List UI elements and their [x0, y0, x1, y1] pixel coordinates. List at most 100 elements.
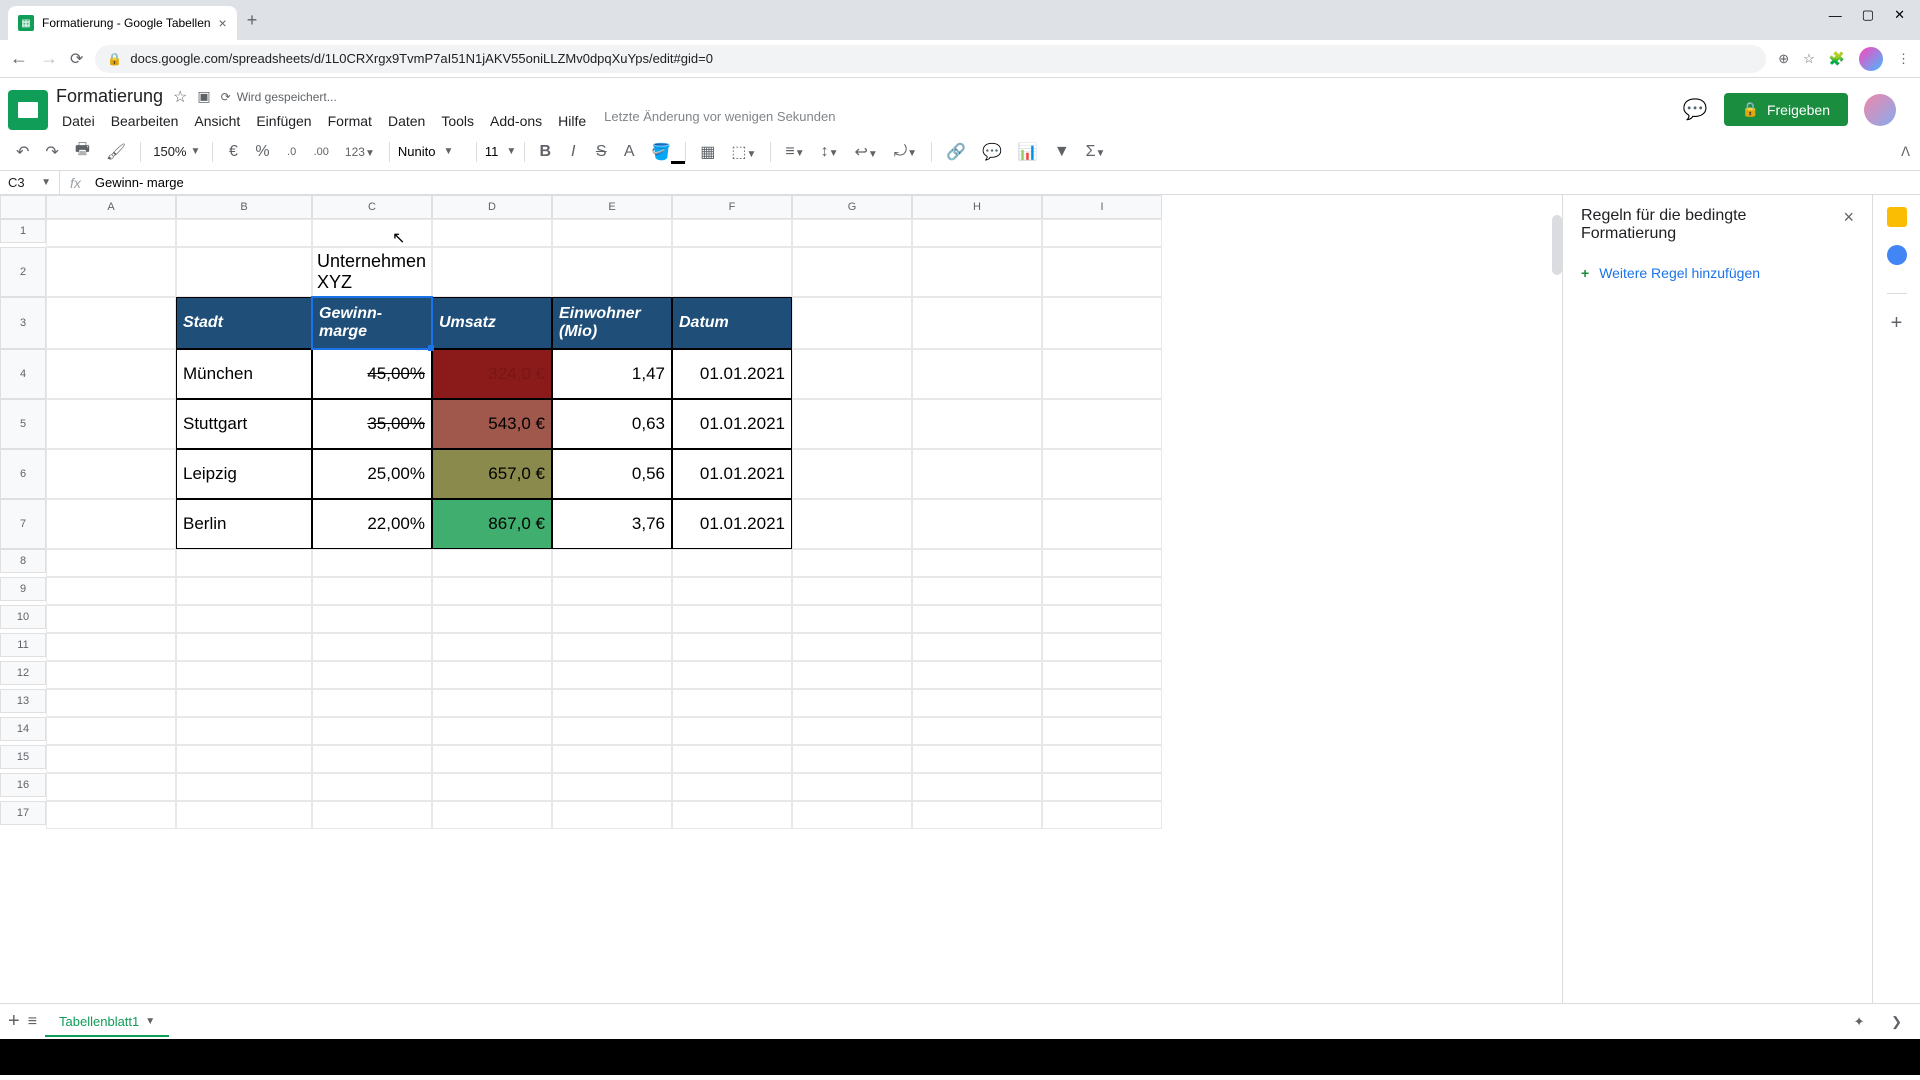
- cell[interactable]: [792, 349, 912, 399]
- cell[interactable]: [552, 773, 672, 801]
- table-data-cell[interactable]: 543,0 €: [432, 399, 552, 449]
- cell[interactable]: [432, 661, 552, 689]
- cell[interactable]: [792, 297, 912, 349]
- insert-chart-icon[interactable]: 📊: [1012, 138, 1044, 166]
- cell[interactable]: [552, 717, 672, 745]
- cell[interactable]: [1042, 349, 1162, 399]
- row-header[interactable]: 12: [0, 661, 46, 685]
- cell[interactable]: [1042, 549, 1162, 577]
- cell[interactable]: [312, 801, 432, 829]
- row-header[interactable]: 17: [0, 801, 46, 825]
- cell[interactable]: [432, 717, 552, 745]
- cell[interactable]: [672, 717, 792, 745]
- cell[interactable]: [176, 773, 312, 801]
- column-header[interactable]: H: [912, 195, 1042, 219]
- close-window-icon[interactable]: ✕: [1894, 7, 1905, 23]
- cell[interactable]: [792, 247, 912, 297]
- column-header[interactable]: G: [792, 195, 912, 219]
- tasks-icon[interactable]: [1887, 245, 1907, 265]
- nav-forward-icon[interactable]: →: [40, 48, 58, 69]
- document-title[interactable]: Formatierung: [56, 86, 163, 107]
- h-align-button[interactable]: ≡▼: [779, 139, 810, 165]
- cell[interactable]: [176, 717, 312, 745]
- table-data-cell[interactable]: 657,0 €: [432, 449, 552, 499]
- reload-icon[interactable]: ⟳: [70, 49, 83, 69]
- table-data-cell[interactable]: 867,0 €: [432, 499, 552, 549]
- row-header[interactable]: 7: [0, 499, 46, 549]
- cell[interactable]: [46, 499, 176, 549]
- bookmark-icon[interactable]: ☆: [1803, 51, 1815, 67]
- cell[interactable]: [312, 605, 432, 633]
- redo-icon[interactable]: ↷: [39, 138, 64, 166]
- table-data-cell[interactable]: 324,0 €: [432, 349, 552, 399]
- font-size-select[interactable]: 11▼: [485, 144, 516, 159]
- cell[interactable]: [176, 219, 312, 247]
- table-data-cell[interactable]: 45,00%: [312, 349, 432, 399]
- menu-tools[interactable]: Tools: [435, 109, 480, 133]
- paint-format-icon[interactable]: 🖌: [100, 138, 132, 166]
- cell[interactable]: [912, 549, 1042, 577]
- cell[interactable]: [672, 577, 792, 605]
- cell[interactable]: [792, 549, 912, 577]
- cell[interactable]: [1042, 717, 1162, 745]
- column-header[interactable]: A: [46, 195, 176, 219]
- cell[interactable]: [432, 219, 552, 247]
- column-header[interactable]: D: [432, 195, 552, 219]
- menu-addons[interactable]: Add-ons: [484, 109, 548, 133]
- cell[interactable]: [46, 801, 176, 829]
- cell[interactable]: [912, 801, 1042, 829]
- row-header[interactable]: 14: [0, 717, 46, 741]
- table-header-cell[interactable]: Datum: [672, 297, 792, 349]
- cell[interactable]: [1042, 773, 1162, 801]
- cell[interactable]: [1042, 297, 1162, 349]
- keep-icon[interactable]: [1887, 207, 1907, 227]
- cell[interactable]: [46, 297, 176, 349]
- share-button[interactable]: 🔒 Freigeben: [1724, 93, 1848, 126]
- italic-button[interactable]: I: [561, 139, 585, 165]
- format-currency-button[interactable]: €: [221, 139, 245, 165]
- cell[interactable]: [672, 745, 792, 773]
- cell[interactable]: [46, 577, 176, 605]
- cell[interactable]: [46, 661, 176, 689]
- cell[interactable]: [1042, 449, 1162, 499]
- table-data-cell[interactable]: 01.01.2021: [672, 449, 792, 499]
- cell[interactable]: [46, 745, 176, 773]
- table-data-cell[interactable]: 25,00%: [312, 449, 432, 499]
- cell[interactable]: [1042, 801, 1162, 829]
- cell[interactable]: [792, 773, 912, 801]
- add-sheet-button[interactable]: +: [8, 1010, 20, 1033]
- cell[interactable]: [46, 605, 176, 633]
- cell[interactable]: [912, 499, 1042, 549]
- cell[interactable]: [46, 549, 176, 577]
- browser-profile-avatar[interactable]: [1859, 47, 1883, 71]
- table-data-cell[interactable]: Stuttgart: [176, 399, 312, 449]
- cell[interactable]: [672, 605, 792, 633]
- cell[interactable]: [312, 717, 432, 745]
- cell[interactable]: [46, 717, 176, 745]
- cell[interactable]: [672, 633, 792, 661]
- cell[interactable]: [672, 219, 792, 247]
- cell[interactable]: [912, 773, 1042, 801]
- fill-color-button[interactable]: 🪣: [645, 138, 677, 166]
- extensions-icon[interactable]: 🧩: [1829, 51, 1845, 67]
- cell[interactable]: [312, 745, 432, 773]
- format-percent-button[interactable]: %: [249, 139, 275, 165]
- cell[interactable]: [432, 605, 552, 633]
- table-header-cell[interactable]: Gewinn-marge: [312, 297, 432, 349]
- cell[interactable]: [432, 801, 552, 829]
- minimize-icon[interactable]: —: [1829, 8, 1842, 23]
- more-formats-button[interactable]: 123▼: [339, 141, 381, 163]
- row-header[interactable]: 16: [0, 773, 46, 797]
- cell[interactable]: [912, 661, 1042, 689]
- cell[interactable]: [792, 577, 912, 605]
- cell[interactable]: [1042, 633, 1162, 661]
- cell[interactable]: [432, 247, 552, 297]
- row-header[interactable]: 2: [0, 247, 46, 297]
- formula-input[interactable]: Gewinn- marge: [91, 175, 1920, 190]
- close-tab-icon[interactable]: ×: [219, 15, 227, 31]
- cell[interactable]: [552, 745, 672, 773]
- cell[interactable]: [552, 689, 672, 717]
- cell[interactable]: [312, 661, 432, 689]
- cell[interactable]: [912, 745, 1042, 773]
- row-header[interactable]: 4: [0, 349, 46, 399]
